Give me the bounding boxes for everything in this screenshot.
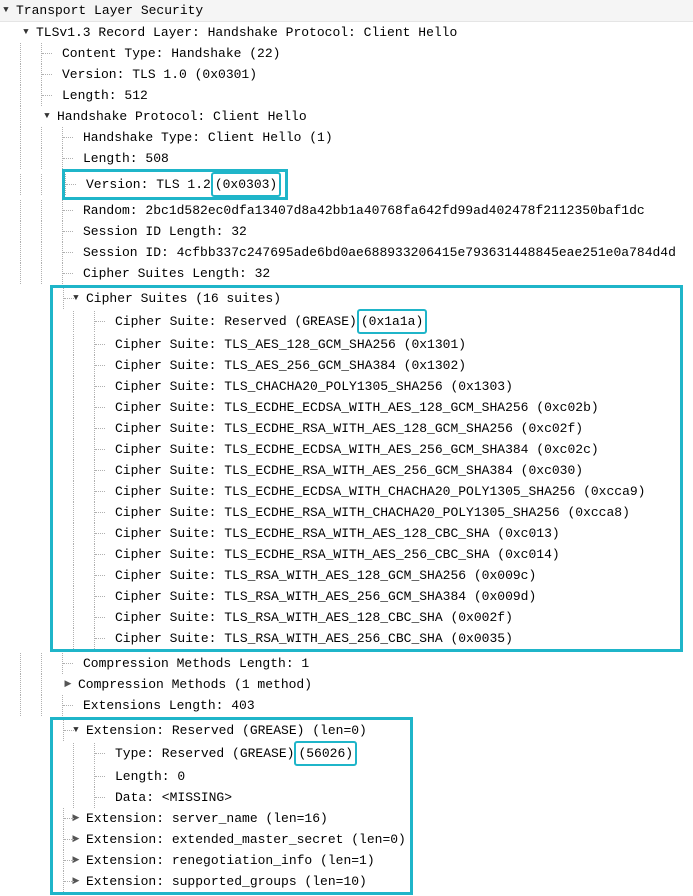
length[interactable]: Length: 512 [0,85,693,106]
extensions-length[interactable]: Extensions Length: 403 [0,695,693,716]
toggle-icon[interactable] [0,5,12,17]
cipher-suite-item[interactable]: Cipher Suite: Reserved (GREASE) (0x1a1a) [53,309,680,334]
record-label: TLSv1.3 Record Layer: Handshake Protocol… [36,22,457,43]
extensions-box: Extension: Reserved (GREASE) (len=0) Typ… [50,717,413,895]
cipher-suite-item[interactable]: Cipher Suite: TLS_ECDHE_RSA_WITH_AES_256… [53,460,680,481]
extension-item[interactable]: Extension: server_name (len=16) [53,808,410,829]
hs-version-code: (0x0303) [211,172,281,197]
cipher-suite-item[interactable]: Cipher Suite: TLS_ECDHE_RSA_WITH_AES_128… [53,418,680,439]
toggle-icon[interactable] [41,111,53,123]
extension-item[interactable]: Extension: supported_groups (len=10) [53,871,410,892]
cipher-suite-item[interactable]: Cipher Suite: TLS_AES_128_GCM_SHA256 (0x… [53,334,680,355]
session-id-length[interactable]: Session ID Length: 32 [0,221,693,242]
cipher-suite-item[interactable]: Cipher Suite: TLS_RSA_WITH_AES_256_GCM_S… [53,586,680,607]
cipher-suites-box: Cipher Suites (16 suites) Cipher Suite: … [50,285,683,652]
cipher-suite-item[interactable]: Cipher Suite: TLS_ECDHE_RSA_WITH_AES_128… [53,523,680,544]
cipher-suite-item[interactable]: Cipher Suite: TLS_ECDHE_ECDSA_WITH_AES_1… [53,397,680,418]
cipher-suite-item[interactable]: Cipher Suite: TLS_CHACHA20_POLY1305_SHA2… [53,376,680,397]
tree-root[interactable]: Transport Layer Security [0,0,693,22]
handshake-version[interactable]: Version: TLS 1.2 (0x0303) [0,169,693,200]
compression-length[interactable]: Compression Methods Length: 1 [0,653,693,674]
cipher-suite-item[interactable]: Cipher Suite: TLS_ECDHE_RSA_WITH_AES_256… [53,544,680,565]
root-label: Transport Layer Security [16,0,203,21]
cipher-suites[interactable]: Cipher Suites (16 suites) [53,288,680,309]
cipher-suite-item[interactable]: Cipher Suite: TLS_RSA_WITH_AES_256_CBC_S… [53,628,680,649]
cipher-suites-length[interactable]: Cipher Suites Length: 32 [0,263,693,284]
handshake-protocol[interactable]: Handshake Protocol: Client Hello [0,106,693,127]
ext-grease-data[interactable]: Data: <MISSING> [53,787,410,808]
ext-grease-type[interactable]: Type: Reserved (GREASE) (56026) [53,741,410,766]
toggle-icon[interactable] [62,679,74,691]
handshake-type[interactable]: Handshake Type: Client Hello (1) [0,127,693,148]
grease-code: (0x1a1a) [357,309,427,334]
handshake-length[interactable]: Length: 508 [0,148,693,169]
cipher-suite-item[interactable]: Cipher Suite: TLS_ECDHE_ECDSA_WITH_CHACH… [53,481,680,502]
record-layer[interactable]: TLSv1.3 Record Layer: Handshake Protocol… [0,22,693,43]
extension-item[interactable]: Extension: renegotiation_info (len=1) [53,850,410,871]
compression-methods[interactable]: Compression Methods (1 method) [0,674,693,695]
ext-grease[interactable]: Extension: Reserved (GREASE) (len=0) [53,720,410,741]
session-id[interactable]: Session ID: 4cfbb337c247695ade6bd0ae6889… [0,242,693,263]
cipher-suite-item[interactable]: Cipher Suite: TLS_RSA_WITH_AES_128_GCM_S… [53,565,680,586]
toggle-icon[interactable] [20,27,32,39]
cipher-suite-item[interactable]: Cipher Suite: TLS_RSA_WITH_AES_128_CBC_S… [53,607,680,628]
content-type[interactable]: Content Type: Handshake (22) [0,43,693,64]
version[interactable]: Version: TLS 1.0 (0x0301) [0,64,693,85]
random[interactable]: Random: 2bc1d582ec0dfa13407d8a42bb1a4076… [0,200,693,221]
extension-item[interactable]: Extension: extended_master_secret (len=0… [53,829,410,850]
cipher-suite-item[interactable]: Cipher Suite: TLS_ECDHE_ECDSA_WITH_AES_2… [53,439,680,460]
cipher-suite-item[interactable]: Cipher Suite: TLS_AES_256_GCM_SHA384 (0x… [53,355,680,376]
grease-ext-code: (56026) [294,741,357,766]
cipher-suite-item[interactable]: Cipher Suite: TLS_ECDHE_RSA_WITH_CHACHA2… [53,502,680,523]
ext-grease-length[interactable]: Length: 0 [53,766,410,787]
